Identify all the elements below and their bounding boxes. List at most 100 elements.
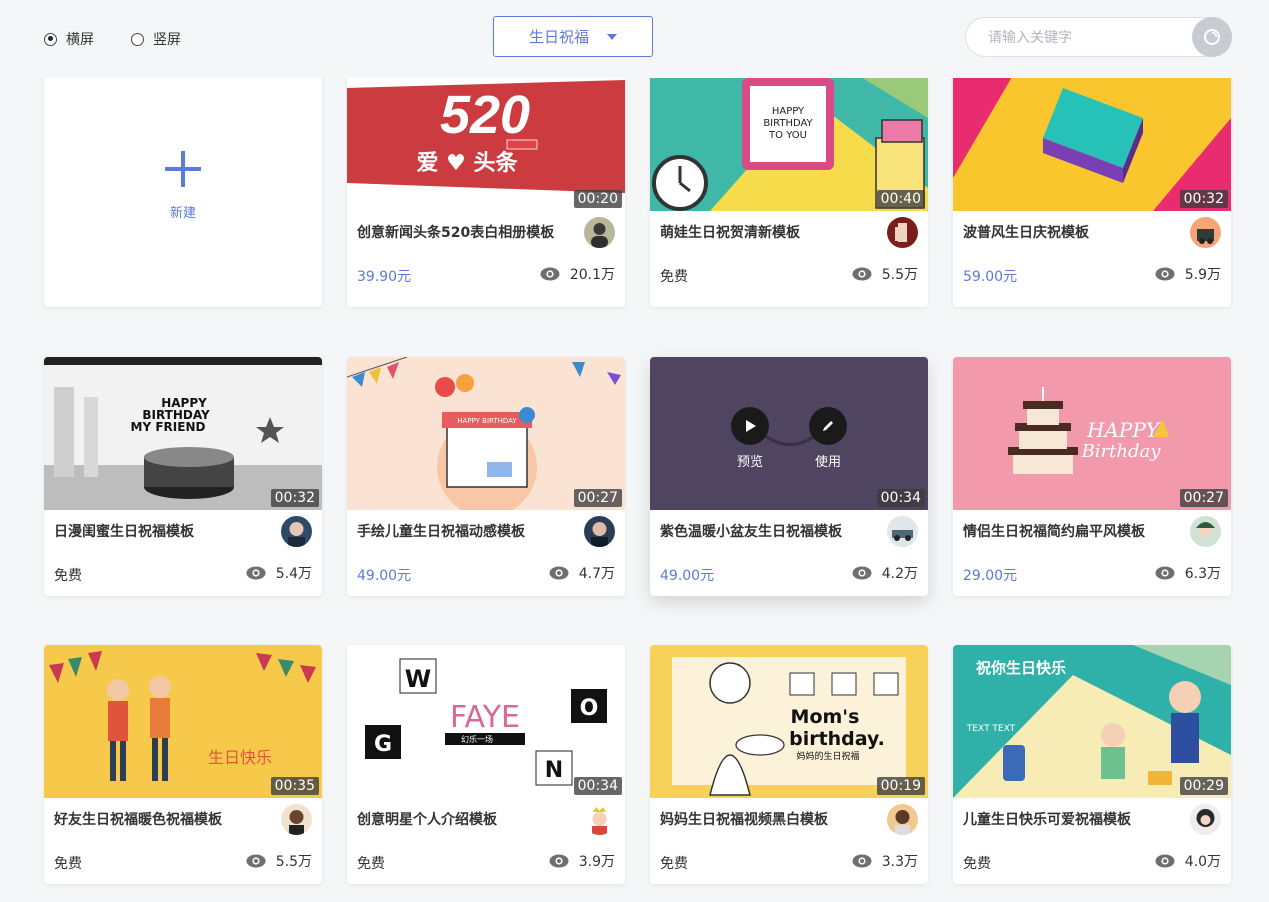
template-thumbnail[interactable]: HAPPY Birthday 00:27 — [953, 357, 1231, 510]
search-button[interactable] — [1192, 17, 1232, 57]
view-count-value: 5.9万 — [1184, 267, 1221, 283]
price-label: 29.00元 — [963, 568, 1018, 584]
svg-text:HAPPY: HAPPY — [772, 106, 805, 117]
template-card[interactable]: HAPPY BIRTHDAY 00:27 手绘儿童生日祝福动感模板 49.00元… — [347, 357, 625, 596]
view-count-value: 5.5万 — [881, 267, 918, 283]
duration-badge: 00:27 — [573, 489, 622, 507]
eye-icon — [246, 854, 266, 868]
price-label: 49.00元 — [660, 568, 715, 584]
template-card[interactable]: HAPPY BIRTHDAY MY FRIEND 00:32 日漫闺蜜生日祝福模… — [44, 357, 322, 596]
template-card[interactable]: HAPPY BIRTHDAY TO YOU 00:40 萌娃生日祝贺清新模板 免… — [650, 78, 928, 307]
author-avatar[interactable] — [887, 804, 918, 835]
svg-text:G: G — [374, 732, 392, 757]
price-label: 49.00元 — [357, 568, 412, 584]
svg-text:MY FRIEND: MY FRIEND — [131, 420, 206, 434]
preview-button[interactable]: 预览 — [731, 407, 769, 470]
svg-text:birthday.: birthday. — [789, 728, 885, 750]
price-label: 免费 — [54, 856, 82, 872]
new-template-label: 新建 — [169, 206, 196, 221]
orientation-portrait-label: 竖屏 — [153, 32, 181, 48]
template-title: 创意明星个人介绍模板 — [357, 812, 497, 828]
price-label: 免费 — [54, 568, 82, 584]
template-card[interactable]: 520 爱 ♥ 头条 00:20 创意新闻头条520表白相册模板 39.90元 … — [347, 78, 625, 307]
view-count: 4.0万 — [1155, 851, 1221, 871]
template-thumbnail[interactable]: Mom's birthday. 妈妈的生日祝福 00:19 — [650, 645, 928, 798]
template-card[interactable]: 祝你生日快乐 TEXT TEXT 00:29 儿童生日快乐可爱祝福模板 免费 4… — [953, 645, 1231, 884]
duration-badge: 00:34 — [573, 777, 622, 795]
template-title: 儿童生日快乐可爱祝福模板 — [963, 812, 1131, 828]
template-thumbnail[interactable]: 祝你生日快乐 TEXT TEXT 00:29 — [953, 645, 1231, 798]
view-count: 5.5万 — [852, 264, 918, 284]
template-title: 日漫闺蜜生日祝福模板 — [54, 524, 194, 540]
template-card[interactable]: 预览 使用 00:34 紫色温暖小盆友生日祝福模板 49.00元 4.2万 — [650, 357, 928, 596]
view-count-value: 5.5万 — [275, 854, 312, 870]
orientation-landscape-radio[interactable]: 横屏 — [44, 29, 94, 49]
template-title: 创意新闻头条520表白相册模板 — [357, 225, 555, 241]
view-count: 3.3万 — [852, 851, 918, 871]
view-count: 5.4万 — [246, 563, 312, 583]
radio-unselected-icon — [131, 32, 144, 46]
template-thumbnail[interactable]: 预览 使用 00:34 — [650, 357, 928, 510]
new-template-card[interactable]: 新建 — [44, 78, 322, 307]
author-avatar[interactable] — [1190, 516, 1221, 547]
eye-icon — [1155, 854, 1175, 868]
author-avatar[interactable] — [584, 804, 615, 835]
eye-icon — [852, 854, 872, 868]
template-thumbnail[interactable]: 生日快乐 00:35 — [44, 645, 322, 798]
template-card[interactable]: 00:32 波普风生日庆祝模板 59.00元 5.9万 — [953, 78, 1231, 307]
svg-text:TEXT TEXT: TEXT TEXT — [966, 724, 1016, 734]
template-title: 手绘儿童生日祝福动感模板 — [357, 524, 525, 540]
eye-icon — [246, 566, 266, 580]
plus-icon — [165, 144, 201, 196]
template-thumbnail[interactable]: HAPPY BIRTHDAY TO YOU 00:40 — [650, 78, 928, 211]
eye-icon — [1155, 267, 1175, 281]
template-thumbnail[interactable]: 520 爱 ♥ 头条 00:20 — [347, 78, 625, 211]
view-count-value: 3.3万 — [881, 854, 918, 870]
view-count: 4.2万 — [852, 563, 918, 583]
template-card[interactable]: W G O N FAYE 幻乐一场 00:34 创意明星个人介绍模板 免费 3.… — [347, 645, 625, 884]
hover-overlay: 预览 使用 — [650, 357, 928, 510]
template-title: 妈妈生日祝福视频黑白模板 — [660, 812, 828, 828]
author-avatar[interactable] — [584, 516, 615, 547]
template-card[interactable]: HAPPY Birthday 00:27 情侣生日祝福简约扁平风模板 29.00… — [953, 357, 1231, 596]
search-input[interactable] — [986, 27, 1180, 49]
category-dropdown[interactable]: 生日祝福 — [493, 16, 653, 57]
eye-icon — [1155, 566, 1175, 580]
orientation-portrait-radio[interactable]: 竖屏 — [131, 29, 181, 49]
view-count: 6.3万 — [1155, 563, 1221, 583]
duration-badge: 00:40 — [876, 190, 925, 208]
author-avatar[interactable] — [1190, 804, 1221, 835]
svg-text:幻乐一场: 幻乐一场 — [461, 734, 493, 744]
svg-text:O: O — [580, 696, 599, 721]
template-title: 情侣生日祝福简约扁平风模板 — [963, 524, 1145, 540]
duration-badge: 00:35 — [270, 777, 319, 795]
view-count-value: 4.7万 — [578, 566, 615, 582]
view-count-value: 3.9万 — [578, 854, 615, 870]
author-avatar[interactable] — [281, 516, 312, 547]
orientation-landscape-label: 横屏 — [66, 32, 94, 48]
author-avatar[interactable] — [1190, 217, 1221, 248]
template-thumbnail[interactable]: W G O N FAYE 幻乐一场 00:34 — [347, 645, 625, 798]
author-avatar[interactable] — [887, 516, 918, 547]
author-avatar[interactable] — [887, 217, 918, 248]
category-dropdown-value: 生日祝福 — [528, 28, 589, 46]
search-icon — [1204, 29, 1220, 45]
template-thumbnail[interactable]: HAPPY BIRTHDAY 00:27 — [347, 357, 625, 510]
template-card[interactable]: 生日快乐 00:35 好友生日祝福暖色祝福模板 免费 5.5万 — [44, 645, 322, 884]
svg-text:N: N — [545, 758, 563, 783]
svg-text:Birthday: Birthday — [1081, 441, 1162, 462]
use-label: 使用 — [814, 455, 841, 470]
author-avatar[interactable] — [584, 217, 615, 248]
template-thumbnail[interactable]: 00:32 — [953, 78, 1231, 211]
view-count-value: 6.3万 — [1184, 566, 1221, 582]
svg-text:HAPPY BIRTHDAY: HAPPY BIRTHDAY — [457, 417, 517, 425]
eye-icon — [549, 566, 569, 580]
template-title: 紫色温暖小盆友生日祝福模板 — [660, 524, 842, 540]
use-button[interactable]: 使用 — [809, 407, 847, 470]
template-title: 波普风生日庆祝模板 — [963, 225, 1089, 241]
author-avatar[interactable] — [281, 804, 312, 835]
template-card[interactable]: Mom's birthday. 妈妈的生日祝福 00:19 妈妈生日祝福视频黑白… — [650, 645, 928, 884]
template-thumbnail[interactable]: HAPPY BIRTHDAY MY FRIEND 00:32 — [44, 357, 322, 510]
play-icon — [731, 407, 769, 445]
thumb-text: FAYE — [450, 700, 520, 735]
